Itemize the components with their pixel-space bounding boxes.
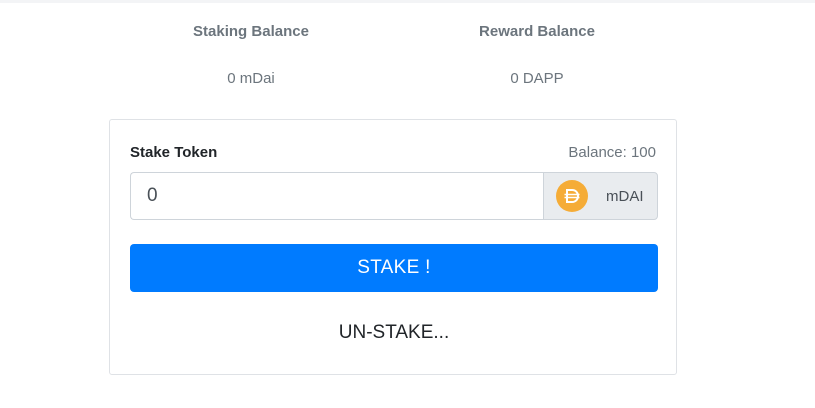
token-symbol: mDAI <box>606 187 644 205</box>
dai-icon <box>556 180 588 212</box>
wallet-balance-label: Balance: 100 <box>568 144 656 161</box>
token-addon: mDAI <box>543 172 658 220</box>
reward-balance-value: 0 DAPP <box>510 70 564 87</box>
staking-balance-value: 0 mDai <box>227 70 275 87</box>
balances-section: Staking Balance 0 mDai Reward Balance 0 … <box>0 0 815 110</box>
stake-amount-input[interactable] <box>130 172 543 220</box>
staking-balance-title: Staking Balance <box>193 23 309 40</box>
staking-balance: Staking Balance 0 mDai <box>121 22 381 89</box>
stake-amount-group: mDAI <box>130 172 658 220</box>
reward-balance-title: Reward Balance <box>479 23 595 40</box>
unstake-button[interactable]: UN-STAKE... <box>130 313 658 353</box>
stake-card-header: Stake Token Balance: 100 <box>130 144 656 164</box>
stake-button[interactable]: STAKE ! <box>130 244 658 292</box>
stake-token-label: Stake Token <box>130 144 218 161</box>
stake-card: Stake Token Balance: 100 mDAI STAKE ! UN… <box>109 119 677 375</box>
reward-balance: Reward Balance 0 DAPP <box>407 22 667 89</box>
